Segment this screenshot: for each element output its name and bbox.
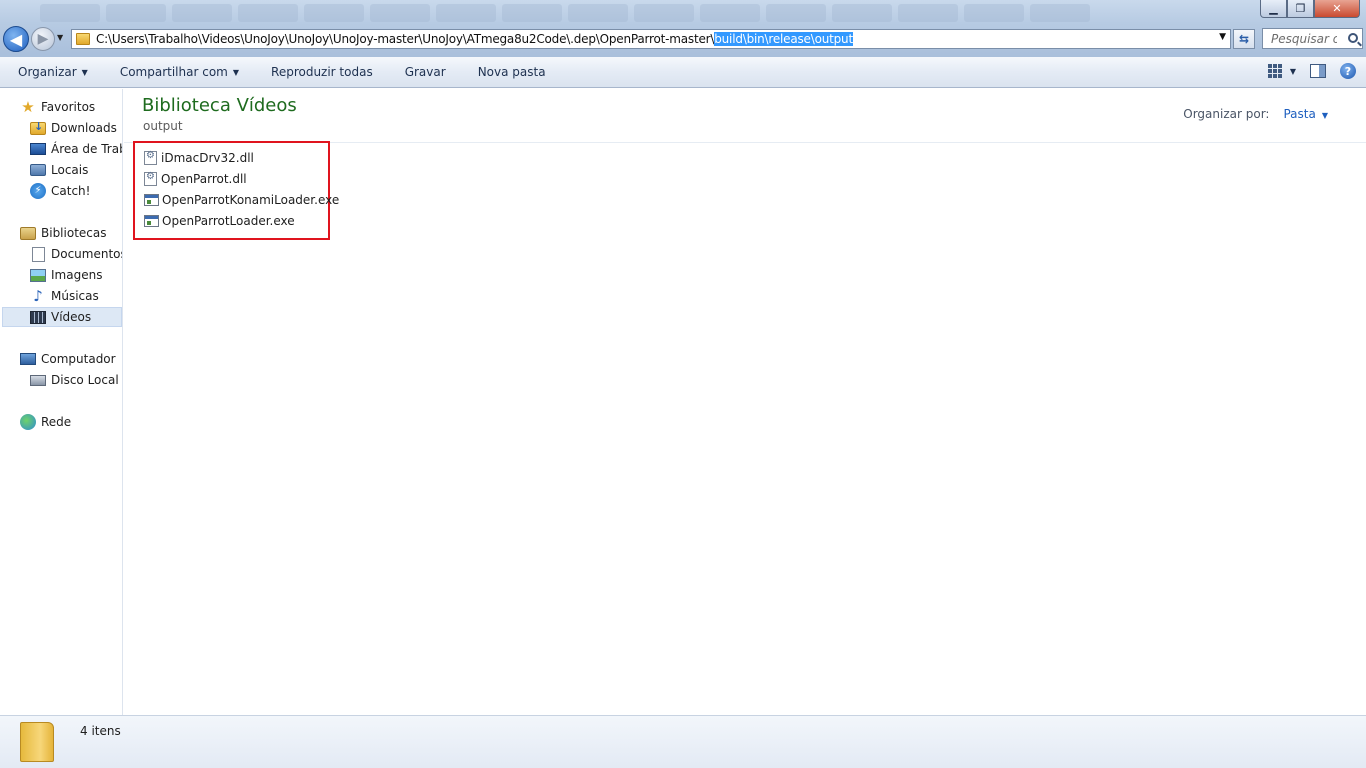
nav-desktop[interactable]: Área de Trabalho [30, 139, 122, 159]
back-button[interactable]: ◀ [3, 26, 29, 52]
play-all-button[interactable]: Reproduzir todas [253, 57, 387, 88]
chevron-down-icon: ▼ [1321, 111, 1328, 120]
nav-label: Locais [51, 163, 89, 177]
chevron-down-icon: ▼ [81, 67, 88, 77]
network-icon [20, 414, 36, 430]
music-note-icon: ♪ [33, 287, 43, 305]
libraries-icon [20, 226, 36, 240]
refresh-button[interactable]: ⇆ [1233, 29, 1255, 49]
search-icon[interactable] [1348, 33, 1358, 43]
file-name: iDmacDrv32.dll [161, 151, 254, 165]
folder-icon [20, 722, 54, 762]
nav-local-disk[interactable]: Disco Local (C:) [30, 370, 122, 390]
address-bar[interactable]: C:\Users\Trabalho\Videos\UnoJoy\UnoJoy\U… [71, 29, 1231, 49]
nav-downloads[interactable]: Downloads [30, 118, 117, 138]
address-path-prefix: C:\Users\Trabalho\Videos\UnoJoy\UnoJoy\U… [96, 32, 715, 46]
library-title: Biblioteca Vídeos [142, 95, 297, 116]
organize-label: Organizar [18, 65, 77, 79]
forward-button[interactable]: ▶ [31, 27, 55, 51]
content-area: Biblioteca Vídeos output Organizar por: … [124, 89, 1366, 715]
chevron-down-icon: ▼ [232, 67, 240, 77]
file-name: OpenParrotKonamiLoader.exe [162, 193, 340, 207]
command-bar: Organizar ▼ Compartilhar com ▼ Reproduzir … [0, 57, 1366, 88]
burn-button[interactable]: Gravar [387, 57, 460, 88]
nav-locals[interactable]: Locais [30, 160, 88, 180]
downloads-folder-icon [30, 120, 46, 135]
navigation-pane: ★ Favoritos Downloads Área de Trabalho Lo… [0, 89, 123, 715]
nav-label: Documentos [51, 247, 123, 261]
nav-label: Área de Trabalho [51, 142, 122, 156]
arrange-by-label: Organizar por: [1183, 107, 1270, 121]
folder-icon [76, 33, 90, 45]
address-dropdown-chevron-icon[interactable]: ▼ [1219, 32, 1226, 42]
arrange-by-value: Pasta [1283, 107, 1316, 121]
search-input[interactable] [1271, 31, 1337, 46]
nav-documents[interactable]: Documentos [30, 244, 123, 264]
nav-music[interactable]: ♪ Músicas [30, 286, 99, 306]
file-name: OpenParrot.dll [161, 172, 247, 186]
nav-favorites[interactable]: ★ Favoritos [20, 97, 95, 117]
video-film-icon [30, 310, 46, 324]
close-button[interactable]: ✕ [1314, 0, 1360, 18]
nav-label: Catch! [51, 184, 91, 198]
arrange-by-dropdown[interactable]: Pasta ▼ [1283, 107, 1328, 121]
nav-images[interactable]: Imagens [30, 265, 102, 285]
nav-label: Bibliotecas [41, 226, 107, 240]
file-item[interactable]: OpenParrotKonamiLoader.exe [144, 191, 339, 209]
share-with-button[interactable]: Compartilhar com ▼ [102, 57, 253, 88]
desktop-icon [30, 143, 46, 155]
arrange-by: Organizar por: Pasta ▼ [1183, 107, 1328, 121]
organize-button[interactable]: Organizar ▼ [0, 57, 102, 88]
documents-icon [32, 246, 45, 262]
library-subtitle: output [143, 119, 183, 133]
nav-label: Imagens [51, 268, 103, 282]
search-box[interactable] [1262, 28, 1363, 49]
new-folder-button[interactable]: Nova pasta [460, 57, 560, 88]
nav-videos[interactable]: Vídeos [2, 307, 122, 327]
help-button[interactable]: ? [1340, 63, 1356, 79]
nav-label: Disco Local (C:) [51, 373, 122, 387]
address-path-selected: build\bin\release\output [714, 32, 853, 46]
address-path[interactable]: C:\Users\Trabalho\Videos\UnoJoy\UnoJoy\U… [96, 32, 853, 46]
exe-file-icon [144, 215, 159, 227]
maximize-button[interactable]: ❐ [1287, 0, 1314, 18]
recent-pages-dropdown[interactable]: ▼ [57, 33, 63, 42]
pictures-icon [30, 268, 46, 282]
view-controls: ▼ ? [1267, 63, 1356, 79]
window-controls: ▁ ❐ ✕ [1260, 0, 1360, 18]
title-bar: ▁ ❐ ✕ ◀ ▶ ▼ C:\Users\Trabalho\Videos\Uno… [0, 0, 1366, 57]
share-label: Compartilhar com [119, 65, 228, 79]
nav-catch[interactable]: ⚡ Catch! [30, 181, 90, 201]
file-item[interactable]: OpenParrotLoader.exe [144, 212, 295, 230]
view-options-chevron-icon[interactable]: ▼ [1290, 67, 1296, 76]
nav-label: Favoritos [41, 100, 96, 114]
minimize-button[interactable]: ▁ [1260, 0, 1287, 18]
dll-file-icon [144, 150, 157, 165]
nav-label: Computador [41, 352, 116, 366]
catch-app-icon: ⚡ [30, 183, 46, 199]
change-view-icon[interactable] [1267, 64, 1284, 78]
nav-label: Rede [41, 415, 72, 429]
recent-places-icon [30, 164, 46, 176]
library-header: Biblioteca Vídeos output Organizar por: … [124, 89, 1366, 143]
exe-file-icon [144, 194, 159, 206]
background-taskbar-ghost [0, 4, 1250, 26]
nav-label: Downloads [51, 121, 117, 135]
nav-network[interactable]: Rede [20, 412, 71, 432]
star-icon: ★ [21, 98, 35, 116]
file-item[interactable]: iDmacDrv32.dll [144, 149, 254, 167]
nav-libraries[interactable]: Bibliotecas [20, 223, 106, 243]
nav-label: Músicas [51, 289, 99, 303]
preview-pane-icon[interactable] [1310, 64, 1326, 78]
nav-label: Vídeos [51, 310, 92, 324]
dll-file-icon [144, 171, 157, 186]
hard-disk-icon [30, 374, 46, 386]
item-count: 4 itens [80, 724, 121, 738]
nav-computer[interactable]: Computador [20, 349, 116, 369]
status-bar: 4 itens [0, 715, 1366, 768]
file-name: OpenParrotLoader.exe [162, 214, 295, 228]
computer-icon [20, 353, 36, 365]
file-item[interactable]: OpenParrot.dll [144, 170, 247, 188]
